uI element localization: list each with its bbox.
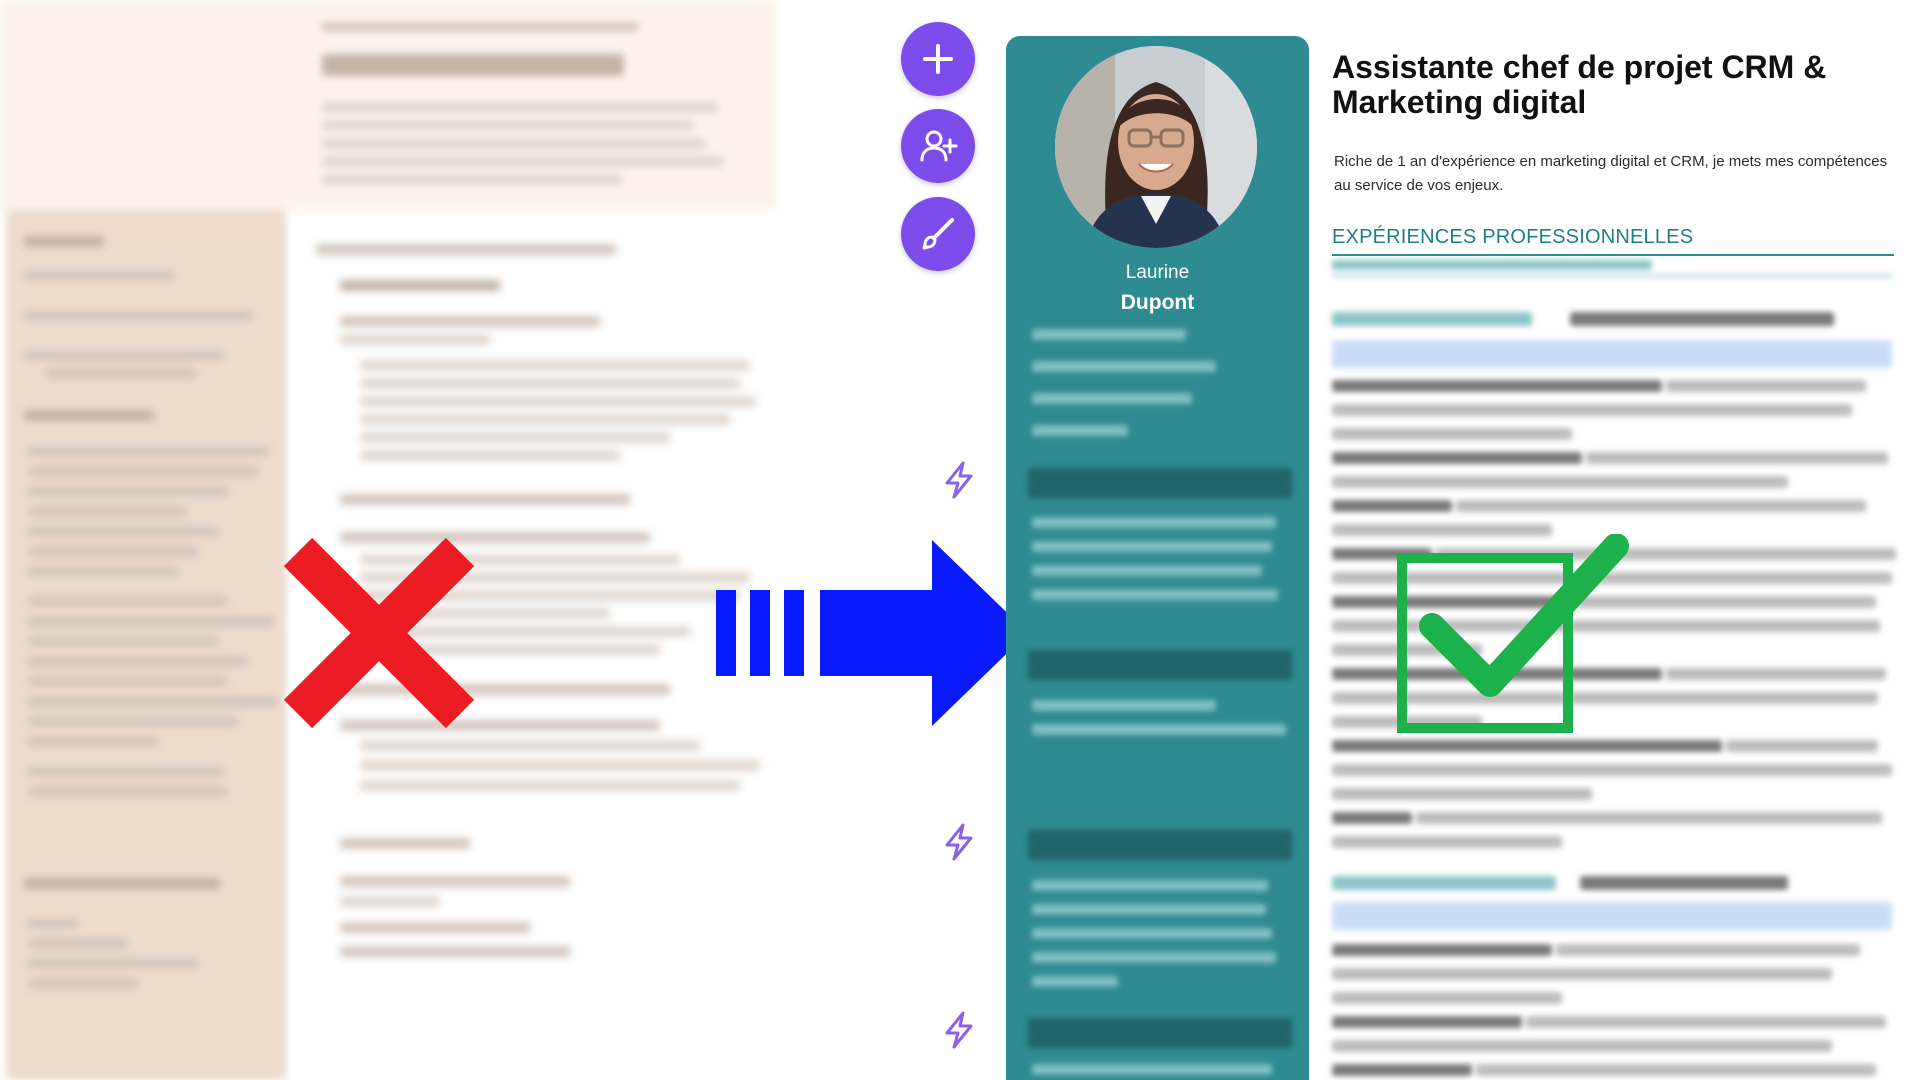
brush-icon [922, 218, 954, 250]
profile-photo [1055, 46, 1257, 248]
cross-mark-icon [278, 532, 480, 734]
add-button[interactable] [901, 22, 975, 96]
lightning-icon[interactable] [941, 1010, 977, 1050]
section-experience-heading: EXPÉRIENCES PROFESSIONNELLES [1332, 226, 1894, 256]
add-user-button[interactable] [901, 109, 975, 183]
old-cv-header [0, 0, 776, 210]
lightning-icon[interactable] [941, 822, 977, 862]
resume-sidebar: Laurine Dupont [1006, 36, 1309, 1080]
check-mark-icon [1394, 533, 1630, 736]
first-name: Laurine [1125, 262, 1190, 283]
plus-icon [923, 44, 953, 74]
lightning-icon[interactable] [941, 460, 977, 500]
right-arrow-icon [714, 538, 1030, 728]
resume-title: Assistante chef de projet CRM & Marketin… [1332, 49, 1827, 120]
last-name: Dupont [1120, 291, 1195, 314]
edit-brush-button[interactable] [901, 197, 975, 271]
user-plus-icon [920, 130, 958, 162]
resume-summary: Riche de 1 an d'expérience en marketing … [1334, 153, 1888, 194]
old-cv-sidebar [6, 210, 286, 1080]
